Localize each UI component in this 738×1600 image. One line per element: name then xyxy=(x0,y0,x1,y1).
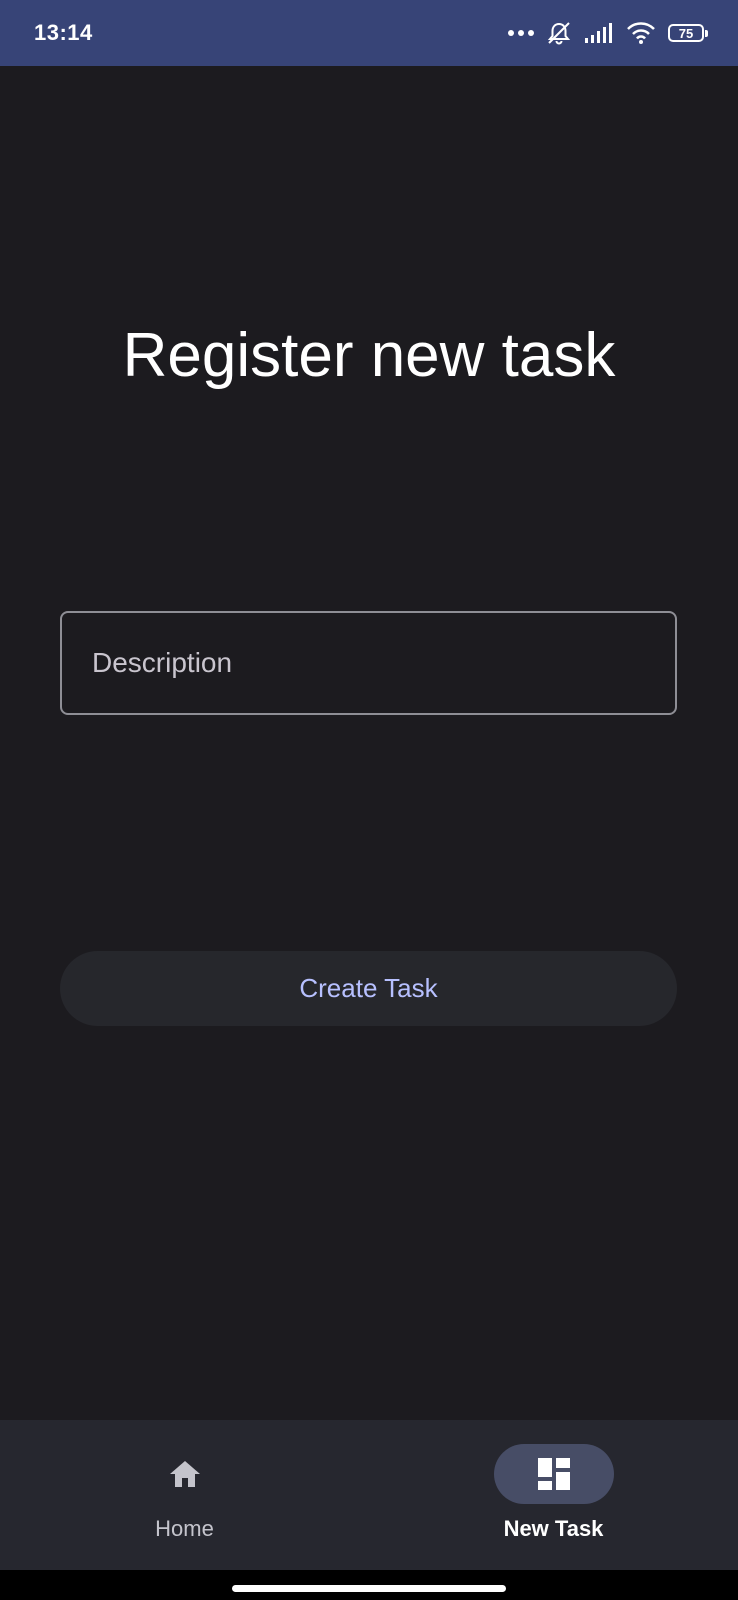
description-field[interactable] xyxy=(60,611,677,715)
nav-home-indicator xyxy=(125,1444,245,1504)
home-icon xyxy=(169,1461,200,1487)
signal-icon xyxy=(585,23,612,43)
gesture-handle[interactable] xyxy=(232,1585,506,1592)
nav-item-home[interactable]: Home xyxy=(0,1420,369,1570)
nav-item-new-task[interactable]: New Task xyxy=(369,1420,738,1570)
create-task-button[interactable]: Create Task xyxy=(60,951,677,1026)
nav-label-home: Home xyxy=(155,1516,214,1541)
bottom-nav: Home New Task xyxy=(0,1420,738,1570)
battery-level: 75 xyxy=(668,24,704,42)
description-input[interactable] xyxy=(90,646,647,680)
wifi-icon xyxy=(627,22,655,44)
more-dots-icon xyxy=(508,30,534,36)
nav-label-new-task: New Task xyxy=(503,1516,604,1541)
dashboard-icon xyxy=(537,1458,570,1490)
page-title: Register new task xyxy=(122,321,616,390)
status-bar: 13:14 75 xyxy=(0,0,738,66)
battery-icon: 75 xyxy=(668,24,708,42)
status-icons: 75 xyxy=(508,21,708,45)
nav-new-task-indicator xyxy=(493,1444,614,1504)
status-time: 13:14 xyxy=(34,20,93,45)
bell-off-icon xyxy=(547,22,571,45)
